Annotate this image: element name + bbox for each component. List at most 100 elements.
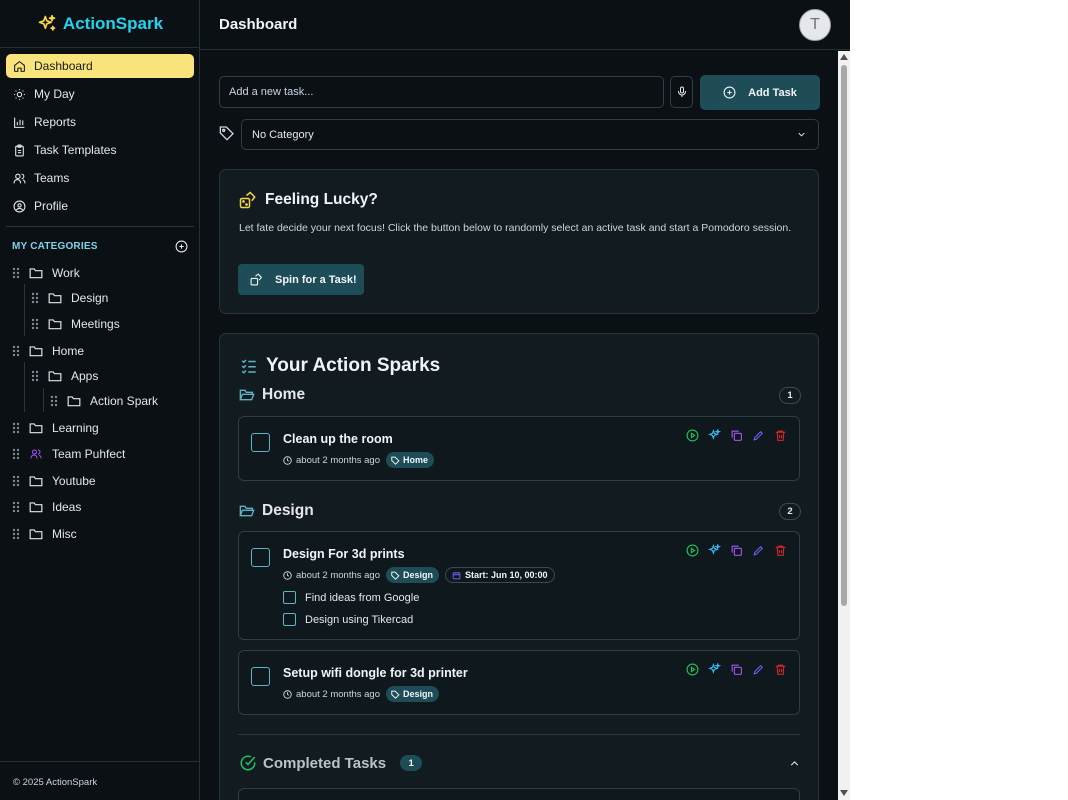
duplicate-button[interactable] — [730, 429, 743, 442]
edit-button[interactable] — [752, 544, 765, 557]
task-title[interactable]: Setup wifi dongle for 3d printer — [283, 666, 468, 680]
task-title[interactable]: Clean up the room — [283, 432, 393, 446]
app-logo[interactable]: ActionSpark — [0, 0, 200, 48]
microphone-icon — [677, 86, 686, 97]
subtask-checkbox[interactable] — [283, 613, 296, 626]
drag-handle-icon[interactable] — [31, 292, 39, 304]
task-checkbox[interactable] — [251, 548, 270, 567]
start-timer-button[interactable] — [686, 429, 699, 442]
drag-handle-icon[interactable] — [50, 395, 58, 407]
tag-icon — [391, 571, 400, 580]
sparkles-icon — [38, 14, 56, 31]
category-apps[interactable]: Apps — [31, 366, 98, 386]
nav-label: Profile — [34, 199, 69, 213]
duplicate-button[interactable] — [730, 544, 743, 557]
dice-icon — [239, 191, 256, 209]
folder-icon — [48, 371, 62, 382]
category-label: Youtube — [52, 474, 96, 488]
completed-tasks-title: Completed Tasks 1 — [239, 754, 423, 772]
play-circle-icon — [686, 663, 699, 676]
clock-icon — [283, 455, 292, 465]
dice-icon — [250, 273, 263, 286]
ai-assist-button[interactable] — [708, 663, 721, 676]
tag-icon — [391, 690, 400, 699]
duplicate-button[interactable] — [730, 663, 743, 676]
subtask-checkbox[interactable] — [283, 591, 296, 604]
group-label: Home — [262, 386, 306, 403]
task-tag[interactable]: Design — [385, 567, 439, 583]
feeling-lucky-title: Feeling Lucky? — [239, 191, 378, 209]
edit-button[interactable] — [752, 663, 765, 676]
task-card: Setup wifi dongle for 3d printer about 2… — [238, 650, 800, 715]
scroll-thumb[interactable] — [841, 65, 847, 606]
copy-icon — [731, 430, 742, 441]
task-checkbox[interactable] — [251, 667, 270, 686]
delete-button[interactable] — [774, 544, 787, 557]
start-timer-button[interactable] — [686, 663, 699, 676]
folder-open-icon — [239, 505, 255, 517]
delete-button[interactable] — [774, 429, 787, 442]
ai-assist-button[interactable] — [708, 544, 721, 557]
category-youtube[interactable]: Youtube — [12, 471, 96, 491]
task-tag-label: Design — [402, 570, 433, 580]
category-label: Home — [52, 344, 85, 358]
category-action-spark[interactable]: Action Spark — [50, 391, 158, 411]
nav-label: Reports — [34, 115, 77, 129]
drag-handle-icon[interactable] — [12, 528, 20, 540]
voice-input-button[interactable] — [670, 76, 693, 108]
task-time-label: about 2 months ago — [296, 688, 380, 700]
category-home[interactable]: Home — [12, 341, 84, 361]
nav-label: Dashboard — [34, 59, 93, 73]
completed-tasks-toggle[interactable]: Completed Tasks 1 — [239, 754, 801, 772]
task-actions — [686, 544, 787, 557]
nav-label: Teams — [34, 171, 70, 185]
nav-teams[interactable]: Teams — [6, 166, 194, 190]
drag-handle-icon[interactable] — [31, 370, 39, 382]
task-checkbox[interactable] — [251, 433, 270, 452]
category-ideas[interactable]: Ideas — [12, 497, 81, 517]
category-learning[interactable]: Learning — [12, 418, 99, 438]
category-meetings[interactable]: Meetings — [31, 314, 120, 334]
drag-handle-icon[interactable] — [12, 422, 20, 434]
spin-for-task-button[interactable]: Spin for a Task! — [238, 264, 364, 295]
drag-handle-icon[interactable] — [12, 448, 20, 460]
drag-handle-icon[interactable] — [12, 345, 20, 357]
task-title[interactable]: Design For 3d prints — [283, 547, 405, 561]
task-actions — [686, 429, 787, 442]
edit-button[interactable] — [752, 429, 765, 442]
category-team-puhfect[interactable]: Team Puhfect — [12, 444, 125, 464]
main-scrollbar[interactable] — [838, 51, 850, 800]
new-task-input[interactable] — [219, 76, 664, 108]
task-tag[interactable]: Design — [385, 686, 439, 702]
folder-icon — [48, 293, 62, 304]
nav-reports[interactable]: Reports — [6, 110, 194, 134]
category-work[interactable]: Work — [12, 263, 80, 283]
category-select[interactable]: No Category — [241, 119, 819, 150]
app-name: ActionSpark — [62, 13, 164, 33]
task-actions — [686, 663, 787, 676]
category-misc[interactable]: Misc — [12, 524, 77, 544]
drag-handle-icon[interactable] — [12, 475, 20, 487]
sidebar-divider — [6, 226, 194, 227]
task-tag-label: Design — [402, 689, 433, 699]
add-task-button[interactable]: Add Task — [700, 75, 820, 110]
start-timer-button[interactable] — [686, 544, 699, 557]
folder-icon — [29, 502, 43, 513]
nav-dashboard[interactable]: Dashboard — [6, 54, 194, 78]
add-category-icon[interactable] — [175, 240, 188, 253]
ai-assist-button[interactable] — [708, 429, 721, 442]
category-design[interactable]: Design — [31, 288, 108, 308]
drag-handle-icon[interactable] — [12, 267, 20, 279]
nav-my-day[interactable]: My Day — [6, 82, 194, 106]
task-time: about 2 months ago — [283, 455, 380, 466]
delete-button[interactable] — [774, 663, 787, 676]
scroll-down-arrow-icon[interactable] — [840, 790, 848, 796]
nav-task-templates[interactable]: Task Templates — [6, 138, 194, 162]
avatar[interactable]: T — [799, 9, 831, 41]
task-tag[interactable]: Home — [385, 452, 434, 468]
drag-handle-icon[interactable] — [31, 318, 39, 330]
scroll-up-arrow-icon[interactable] — [840, 54, 848, 60]
nav-profile[interactable]: Profile — [6, 194, 194, 218]
drag-handle-icon[interactable] — [12, 501, 20, 513]
folder-icon — [67, 396, 81, 407]
